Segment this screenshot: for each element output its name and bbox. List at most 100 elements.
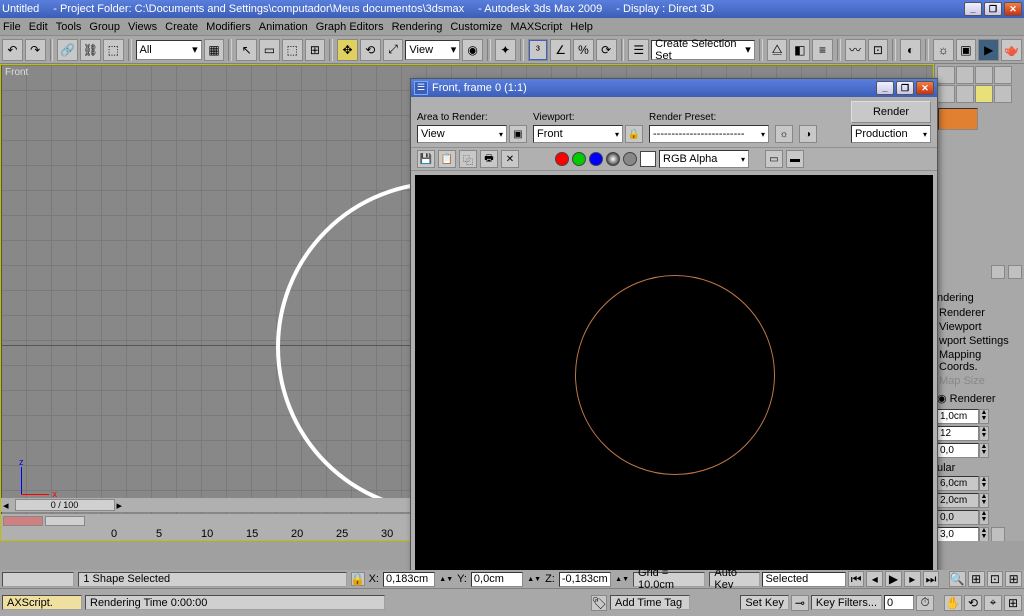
goto-end-icon[interactable]: ⏭ <box>923 571 940 587</box>
list-mapping[interactable]: Mapping Coords. <box>937 348 1022 374</box>
channel-blue-icon[interactable] <box>589 152 603 166</box>
environment-icon[interactable]: ◑ <box>799 125 817 143</box>
setkey-button[interactable]: Set Key <box>740 595 789 610</box>
channel-green-icon[interactable] <box>572 152 586 166</box>
menu-help[interactable]: Help <box>570 21 593 33</box>
render-button[interactable]: Render <box>851 101 931 123</box>
select-name-icon[interactable]: ▭ <box>259 39 280 61</box>
utilities-tab-icon[interactable] <box>956 85 974 103</box>
pin-icon[interactable] <box>991 265 1005 279</box>
render-setup-btn-icon[interactable]: ☼ <box>775 125 793 143</box>
snap-toggle-icon[interactable]: ³ <box>528 39 549 61</box>
modify-tab-icon[interactable] <box>956 66 974 84</box>
timetag-icon[interactable]: 🏷 <box>591 595 607 611</box>
fov-icon[interactable]: ⌖ <box>984 595 1002 611</box>
save-image-icon[interactable]: 💾 <box>417 150 435 168</box>
angle-field[interactable] <box>937 443 979 458</box>
menu-create[interactable]: Create <box>165 21 198 33</box>
area-select[interactable]: View <box>417 125 507 143</box>
x-coord-field[interactable]: 0,183cm <box>383 572 435 587</box>
minimize-button[interactable]: _ <box>964 2 982 16</box>
panel-subtab-icon[interactable] <box>975 85 993 103</box>
arc-rotate-icon[interactable]: ⟲ <box>964 595 982 611</box>
lock-selection-icon[interactable]: 🔒 <box>351 572 365 586</box>
time-config-icon[interactable]: ⏱ <box>916 595 934 611</box>
rotate-icon[interactable]: ⟲ <box>360 39 381 61</box>
link-icon[interactable]: 🔗 <box>57 39 78 61</box>
select-manipulate-icon[interactable]: ✦ <box>495 39 516 61</box>
channel-alpha-icon[interactable] <box>606 152 620 166</box>
curve-editor-icon[interactable]: 〰 <box>845 39 866 61</box>
render-setup-icon[interactable]: ☼ <box>933 39 954 61</box>
key-icon[interactable]: ⊸ <box>791 595 809 611</box>
next-frame-icon[interactable]: ▸ <box>904 571 921 587</box>
keymode-select[interactable]: Selected <box>762 572 845 587</box>
list-renderer[interactable]: Renderer <box>937 306 1022 320</box>
menu-tools[interactable]: Tools <box>56 21 82 33</box>
clear-icon[interactable]: ✕ <box>501 150 519 168</box>
spinner-snap-icon[interactable]: ⟳ <box>596 39 617 61</box>
render-min-button[interactable]: _ <box>876 81 894 95</box>
zoom-all-icon[interactable]: ⊞ <box>968 571 985 587</box>
undo-icon[interactable]: ↶ <box>2 39 23 61</box>
render-max-button[interactable]: ❐ <box>896 81 914 95</box>
copy-image-icon[interactable]: 📋 <box>438 150 456 168</box>
named-sel-select[interactable]: Create Selection Set▾ <box>651 40 755 60</box>
window-crossing-icon[interactable]: ⊞ <box>305 39 326 61</box>
production-select[interactable]: Production <box>851 125 931 143</box>
select-region-icon[interactable]: ⬚ <box>282 39 303 61</box>
material-editor-icon[interactable]: ◐ <box>900 39 921 61</box>
goto-start-icon[interactable]: ⏮ <box>848 571 865 587</box>
keyfilters-button[interactable]: Key Filters... <box>811 595 882 610</box>
menu-file[interactable]: File <box>3 21 21 33</box>
schematic-icon[interactable]: ⊡ <box>868 39 889 61</box>
channel-mono-icon[interactable] <box>623 152 637 166</box>
close-button[interactable]: ✕ <box>1004 2 1022 16</box>
menu-edit[interactable]: Edit <box>29 21 48 33</box>
rendered-frame-icon[interactable]: ▣ <box>956 39 977 61</box>
toggle-ui-icon[interactable]: ▭ <box>765 150 783 168</box>
align-icon[interactable]: ◧ <box>789 39 810 61</box>
menu-customize[interactable]: Customize <box>450 21 502 33</box>
area-region-icon[interactable]: ▣ <box>509 125 527 143</box>
panel-subtab2-icon[interactable] <box>994 85 1012 103</box>
create-tab-icon[interactable] <box>937 66 955 84</box>
list-vpsettings[interactable]: wport Settings <box>937 334 1022 348</box>
viewport-select[interactable]: Front <box>533 125 623 143</box>
menu-group[interactable]: Group <box>89 21 120 33</box>
menu-grapheditors[interactable]: Graph Editors <box>316 21 384 33</box>
move-icon[interactable]: ✥ <box>337 39 358 61</box>
time-slider-thumb[interactable]: 0 / 100 <box>15 499 115 511</box>
autokey-button[interactable]: Auto Key <box>709 572 760 587</box>
viewport-lock-icon[interactable]: 🔒 <box>625 125 643 143</box>
render-prod-icon[interactable]: ▶ <box>978 39 999 61</box>
zoom-extents-icon[interactable]: ⊡ <box>987 571 1004 587</box>
object-color-swatch[interactable] <box>938 108 978 130</box>
bg-color-swatch[interactable] <box>640 151 656 167</box>
teapot-icon[interactable]: 🫖 <box>1001 39 1022 61</box>
angle-snap-icon[interactable]: ∠ <box>550 39 571 61</box>
rollout-rectangular[interactable]: ular <box>937 462 1022 474</box>
addtimetag-button[interactable]: Add Time Tag <box>610 595 690 610</box>
toggle-overlay-icon[interactable]: ▬ <box>786 150 804 168</box>
pivot-icon[interactable]: ◉ <box>462 39 483 61</box>
print-icon[interactable]: 🖶 <box>480 150 498 168</box>
display-tab-icon[interactable] <box>937 85 955 103</box>
rollout-rendering[interactable]: ndering <box>937 292 1022 304</box>
min-max-toggle-icon[interactable]: ⊞ <box>1004 595 1022 611</box>
scale-icon[interactable]: ⤢ <box>383 39 404 61</box>
aspect-field[interactable] <box>937 527 979 541</box>
play-icon[interactable]: ▶ <box>885 571 902 587</box>
render-titlebar[interactable]: ☰ Front, frame 0 (1:1) _ ❐ ✕ <box>411 79 937 97</box>
radio-renderer[interactable]: ◉ Renderer <box>937 392 1022 405</box>
refcoord-select[interactable]: View▾ <box>405 40 460 60</box>
zoom-extents-all-icon[interactable]: ⊞ <box>1005 571 1022 587</box>
redo-icon[interactable]: ↷ <box>25 39 46 61</box>
menu-modifiers[interactable]: Modifiers <box>206 21 251 33</box>
motion-tab-icon[interactable] <box>994 66 1012 84</box>
percent-snap-icon[interactable]: % <box>573 39 594 61</box>
thickness-field[interactable] <box>937 409 979 424</box>
trackbar-key-button[interactable] <box>3 516 43 526</box>
z-coord-field[interactable]: -0,183cm <box>559 572 611 587</box>
list-viewport[interactable]: Viewport <box>937 320 1022 334</box>
